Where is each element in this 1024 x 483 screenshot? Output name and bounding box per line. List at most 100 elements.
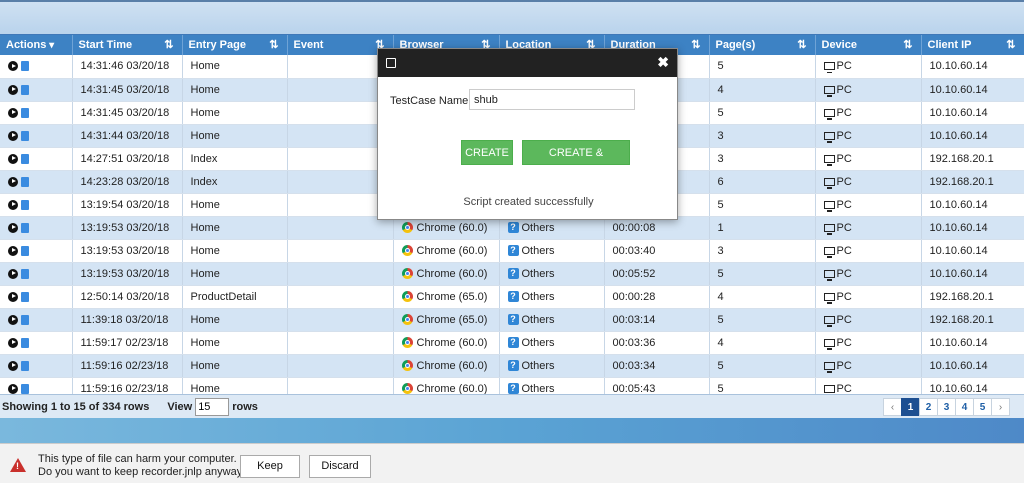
browser-cell: Chrome (60.0) [393, 354, 500, 378]
pagination: ‹ 1 2 3 4 5 › [883, 398, 1010, 416]
document-icon[interactable] [21, 84, 29, 95]
location-value: Others [521, 313, 555, 326]
play-icon[interactable] [8, 360, 18, 371]
play-icon[interactable] [8, 107, 18, 118]
start-time-value: 13:19:53 03/20/18 [80, 221, 170, 234]
event-cell [287, 239, 394, 263]
play-icon[interactable] [8, 383, 18, 394]
play-icon[interactable] [8, 84, 18, 95]
sort-icon[interactable]: ⇅ [691, 38, 700, 51]
play-icon[interactable] [8, 268, 18, 279]
document-icon[interactable] [21, 107, 29, 118]
testcase-name-input[interactable] [469, 89, 635, 110]
prev-page-button[interactable]: ‹ [883, 398, 902, 416]
client-ip-cell: 192.168.20.1 [921, 285, 1024, 309]
entry-page-value: Home [190, 60, 220, 73]
page-button-3[interactable]: 3 [937, 398, 956, 416]
play-icon[interactable] [8, 337, 18, 348]
play-icon[interactable] [8, 176, 18, 187]
start-time-cell: 11:59:16 02/23/18 [72, 354, 183, 378]
document-icon[interactable] [21, 176, 29, 187]
column-header[interactable]: Device ⇅ [815, 35, 922, 55]
document-icon[interactable] [21, 130, 29, 141]
document-icon[interactable] [21, 268, 29, 279]
table-row[interactable]: 11:59:16 02/23/18 Home Chrome (60.0)? Other… [0, 377, 1024, 394]
column-header[interactable]: Entry Page ⇅ [182, 35, 288, 55]
event-cell [287, 331, 394, 355]
column-header[interactable]: Client IP ⇅ [921, 35, 1024, 55]
sort-icon[interactable]: ⇅ [1006, 38, 1015, 51]
document-icon[interactable] [21, 337, 29, 348]
column-header[interactable]: Page(s) ⇅ [709, 35, 816, 55]
browser-cell: Chrome (60.0) [393, 262, 500, 286]
view-label: View [167, 400, 193, 413]
play-icon[interactable] [8, 245, 18, 256]
sort-icon[interactable]: ⇅ [797, 38, 806, 51]
document-icon[interactable] [21, 61, 29, 72]
create-button[interactable]: CREATE [461, 140, 513, 165]
document-icon[interactable] [21, 291, 29, 302]
document-icon[interactable] [21, 153, 29, 164]
table-row[interactable]: 11:59:16 02/23/18 Home Chrome (60.0)? Other… [0, 354, 1024, 378]
sort-icon[interactable]: ⇅ [164, 38, 173, 51]
location-value: Others [521, 267, 555, 280]
top-toolbar-area [0, 0, 1024, 34]
document-icon[interactable] [21, 360, 29, 371]
play-icon[interactable] [8, 222, 18, 233]
client-ip-cell: 10.10.60.14 [921, 262, 1024, 286]
document-icon[interactable] [21, 245, 29, 256]
entry-page-value: Home [190, 221, 220, 234]
duration-value: 00:00:28 [612, 290, 656, 303]
pages-value: 5 [717, 106, 724, 119]
caret-down-icon[interactable]: ▾ [46, 40, 54, 51]
column-header[interactable]: Start Time ⇅ [72, 35, 183, 55]
device-cell: PC [815, 101, 922, 125]
table-row[interactable]: 13:19:53 03/20/18 Home Chrome (60.0)? Other… [0, 239, 1024, 263]
duration-value: 00:03:34 [612, 359, 656, 372]
document-icon[interactable] [21, 314, 29, 325]
actions-cell [0, 354, 73, 378]
column-header[interactable]: Actions ▾ [0, 35, 73, 55]
close-icon[interactable]: ✖ [657, 54, 669, 71]
page-button-1[interactable]: 1 [901, 398, 920, 416]
device-value: PC [836, 221, 852, 234]
document-icon[interactable] [21, 222, 29, 233]
chrome-icon [401, 291, 413, 303]
client-ip-cell: 192.168.20.1 [921, 147, 1024, 171]
actions-cell [0, 216, 73, 240]
play-icon[interactable] [8, 199, 18, 210]
sort-icon[interactable]: ⇅ [269, 38, 278, 51]
play-icon[interactable] [8, 61, 18, 72]
pages-cell: 3 [709, 124, 816, 148]
start-time-cell: 11:59:17 02/23/18 [72, 331, 183, 355]
entry-page-cell: Home [182, 101, 288, 125]
document-icon[interactable] [21, 383, 29, 394]
next-page-button[interactable]: › [991, 398, 1010, 416]
play-icon[interactable] [8, 314, 18, 325]
chrome-icon [401, 245, 413, 257]
document-icon[interactable] [21, 199, 29, 210]
page-button-5[interactable]: 5 [973, 398, 992, 416]
start-time-cell: 13:19:53 03/20/18 [72, 216, 183, 240]
page-size-input[interactable] [195, 397, 230, 416]
play-icon[interactable] [8, 130, 18, 141]
client-ip-cell: 10.10.60.14 [921, 193, 1024, 217]
table-row[interactable]: 11:39:18 03/20/18 Home Chrome (65.0)? Other… [0, 308, 1024, 332]
play-icon[interactable] [8, 291, 18, 302]
client-ip-cell: 192.168.20.1 [921, 308, 1024, 332]
discard-button[interactable]: Discard [309, 455, 371, 478]
keep-button[interactable]: Keep [240, 455, 300, 478]
device-value: PC [836, 382, 852, 395]
create-execute-button[interactable]: CREATE & EXECUTE [522, 140, 630, 184]
page-button-4[interactable]: 4 [955, 398, 974, 416]
pages-cell: 4 [709, 331, 816, 355]
table-row[interactable]: 11:59:17 02/23/18 Home Chrome (60.0)? Other… [0, 331, 1024, 355]
sort-icon[interactable]: ⇅ [903, 38, 912, 51]
start-time-value: 14:31:44 03/20/18 [80, 129, 170, 142]
start-time-value: 13:19:54 03/20/18 [80, 198, 170, 211]
page-button-2[interactable]: 2 [919, 398, 938, 416]
play-icon[interactable] [8, 153, 18, 164]
table-row[interactable]: 12:50:14 03/20/18 ProductDetail Chrome (65… [0, 285, 1024, 309]
table-row[interactable]: 13:19:53 03/20/18 Home Chrome (60.0)? Other… [0, 262, 1024, 286]
start-time-value: 11:59:17 02/23/18 [80, 336, 169, 349]
